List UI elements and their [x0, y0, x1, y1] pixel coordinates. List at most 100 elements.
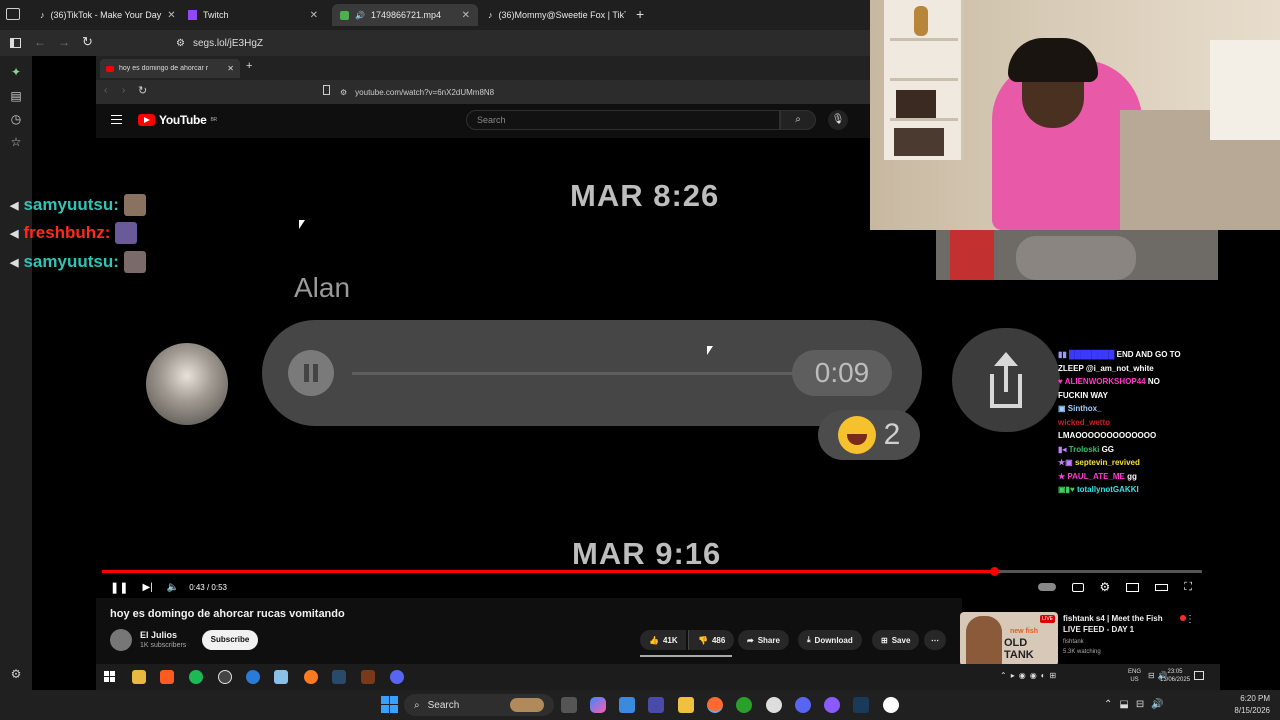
- autoplay-toggle[interactable]: [1037, 583, 1056, 591]
- ccleaner-icon[interactable]: [246, 670, 260, 684]
- close-icon[interactable]: ✕: [462, 10, 470, 21]
- inner-address-bar[interactable]: ⚙ youtube.com/watch?v=6nX2dUMm8N8: [340, 84, 860, 100]
- theater-mode-icon[interactable]: [1155, 583, 1169, 591]
- forward-icon[interactable]: ›: [122, 85, 125, 96]
- youtube-logo[interactable]: YouTube BR: [138, 113, 217, 127]
- channel-avatar[interactable]: [110, 629, 132, 651]
- windows-start-icon[interactable]: [381, 696, 398, 713]
- settings-gear-icon[interactable]: ⚙: [9, 667, 23, 681]
- brave-icon[interactable]: [160, 670, 174, 684]
- tab-tiktok[interactable]: ♪ (36)TikTok - Make Your Day ✕: [32, 4, 178, 26]
- new-tab-button[interactable]: +: [246, 60, 252, 72]
- taskbar-search[interactable]: ⌕ Search: [404, 694, 554, 716]
- search-button[interactable]: ⌕: [780, 110, 816, 130]
- share-button[interactable]: ➦ Share: [738, 630, 789, 650]
- save-button[interactable]: ⊞ Save: [872, 630, 920, 650]
- inner-tab-youtube[interactable]: hoy es domingo de ahorcar r ✕: [100, 59, 240, 78]
- reload-icon[interactable]: ↻: [82, 34, 93, 50]
- like-button[interactable]: 👍 41K: [640, 630, 686, 650]
- chatgpt-icon[interactable]: [883, 697, 899, 713]
- lang-primary: ENG: [1128, 669, 1142, 675]
- spotify-icon[interactable]: [189, 670, 203, 684]
- app-icon[interactable]: [274, 670, 288, 684]
- download-button[interactable]: ⤓ Download: [798, 630, 862, 650]
- volume-icon[interactable]: 🔈: [167, 582, 179, 593]
- more-actions-button[interactable]: ⋯: [924, 630, 946, 650]
- site-info-icon[interactable]: ⚙: [176, 38, 185, 49]
- reload-icon[interactable]: ↻: [138, 84, 147, 97]
- obs-icon[interactable]: [218, 670, 232, 684]
- tab-tiktok-2[interactable]: ♪ (36)Mommy@Sweetie Fox | TikT ✕: [480, 4, 626, 26]
- firefox-icon[interactable]: [304, 670, 318, 684]
- pause-button[interactable]: ❚❚: [110, 581, 128, 594]
- inner-clock[interactable]: 23:05 13/06/2025: [1160, 668, 1190, 684]
- search-input[interactable]: Search: [466, 110, 780, 130]
- tab-video[interactable]: 🔊 1749866721.mp4 ✕: [332, 4, 478, 26]
- recommended-thumbnail[interactable]: new fish OLD TANK LIVE: [960, 612, 1058, 666]
- recommended-channel: fishtank: [1063, 639, 1084, 645]
- sidebar-toggle-icon[interactable]: [10, 38, 21, 48]
- close-icon[interactable]: ✕: [167, 10, 175, 21]
- store-icon[interactable]: [619, 697, 635, 713]
- steam-icon[interactable]: [853, 697, 869, 713]
- chat-text: FUCKIN WAY: [1058, 390, 1108, 400]
- system-tray-icons[interactable]: ⌃⬓⊟🔊: [1104, 699, 1171, 710]
- clock[interactable]: 6:20 PM 8/15/2026: [1224, 693, 1270, 717]
- reading-list-icon[interactable]: ▤: [9, 89, 23, 103]
- menu-icon[interactable]: [111, 115, 122, 124]
- back-icon[interactable]: ←: [34, 35, 46, 49]
- download-label: Download: [814, 635, 853, 645]
- subscribe-button[interactable]: Subscribe: [202, 630, 258, 650]
- notification-icon[interactable]: [1194, 671, 1204, 680]
- language-indicator[interactable]: ENG US: [1128, 668, 1141, 684]
- voice-search-button[interactable]: 🎙: [828, 110, 848, 130]
- copilot-icon[interactable]: [590, 697, 606, 713]
- bookmark-star-icon[interactable]: ☆: [9, 135, 23, 149]
- progress-bar[interactable]: [102, 567, 1202, 576]
- file-explorer-icon[interactable]: [678, 697, 694, 713]
- app-icon[interactable]: [824, 697, 840, 713]
- tab-list-icon[interactable]: [6, 8, 20, 20]
- history-icon[interactable]: ◷: [9, 112, 23, 126]
- microphone-icon: 🎙: [831, 114, 845, 125]
- task-view-icon[interactable]: [561, 697, 577, 713]
- bookmark-icon[interactable]: [323, 85, 330, 95]
- vscode-icon[interactable]: [648, 697, 664, 713]
- dislike-button[interactable]: 👎 486: [688, 630, 735, 650]
- tab-label: (36)TikTok - Make Your Day: [50, 10, 162, 20]
- address-bar[interactable]: ⚙ segs.lol/jE3HgZ: [176, 34, 866, 52]
- xbox-icon[interactable]: [736, 697, 752, 713]
- live-badge: LIVE: [1040, 615, 1055, 623]
- back-icon[interactable]: ‹: [104, 85, 107, 96]
- more-icon[interactable]: ⋮: [1185, 614, 1195, 625]
- close-icon[interactable]: ✕: [310, 10, 318, 21]
- close-icon[interactable]: ✕: [227, 64, 234, 73]
- tray-icons[interactable]: ⌃▸◉◉◐⊞: [1000, 671, 1060, 680]
- captions-icon[interactable]: [1071, 582, 1084, 592]
- file-explorer-icon[interactable]: [132, 670, 146, 684]
- steam-icon[interactable]: [332, 670, 346, 684]
- next-button[interactable]: ▶|: [142, 582, 152, 593]
- firefox-icon[interactable]: [707, 697, 723, 713]
- windows-start-icon[interactable]: [104, 671, 115, 682]
- discord-icon[interactable]: [795, 697, 811, 713]
- discord-icon[interactable]: [390, 670, 404, 684]
- app-icon[interactable]: [766, 697, 782, 713]
- ai-sparkle-icon[interactable]: ✦: [9, 65, 23, 79]
- progress-scrubber[interactable]: [990, 567, 1000, 576]
- chat-badge-icon: ★: [1058, 471, 1068, 481]
- miniplayer-icon[interactable]: [1126, 582, 1140, 592]
- secondary-camera: [936, 230, 1218, 280]
- speaker-icon[interactable]: 🔊: [355, 11, 365, 20]
- chat-message: ▮◂ Troloski GG: [1058, 443, 1228, 457]
- recommended-video[interactable]: new fish OLD TANK LIVE fishtank s4 | Mee…: [960, 610, 1210, 670]
- settings-icon[interactable]: ⚙: [1100, 580, 1111, 594]
- forward-icon[interactable]: →: [58, 35, 70, 49]
- new-tab-button[interactable]: +: [636, 6, 644, 22]
- game-icon[interactable]: [361, 670, 375, 684]
- tab-twitch[interactable]: Twitch ✕: [180, 4, 326, 26]
- channel-name[interactable]: El Julios: [140, 630, 177, 640]
- fullscreen-icon[interactable]: ⛶: [1184, 581, 1192, 594]
- search-icon: ⌕: [795, 114, 801, 125]
- site-info-icon[interactable]: ⚙: [340, 88, 347, 97]
